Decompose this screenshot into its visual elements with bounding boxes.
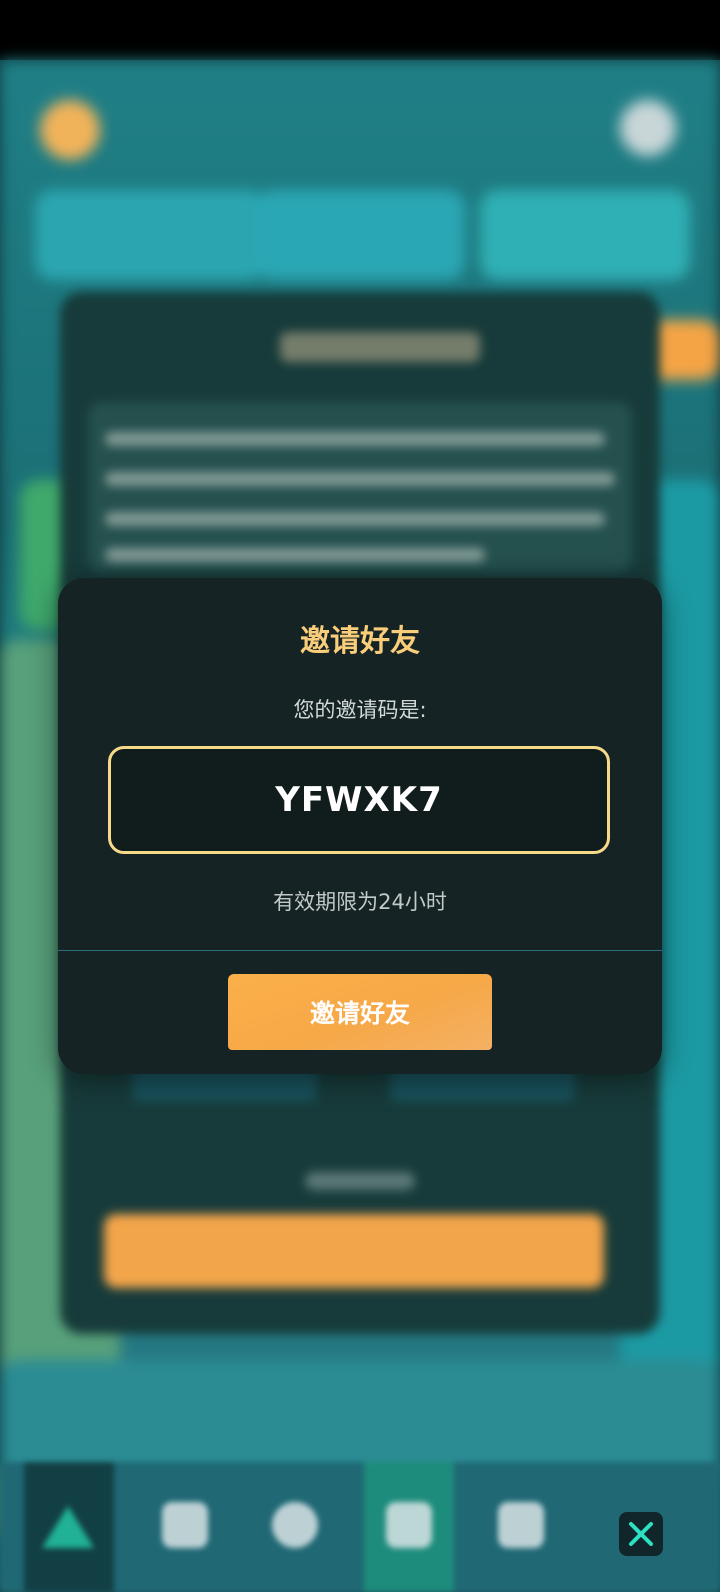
triangle-home-icon — [42, 1506, 94, 1548]
modal-divider — [58, 950, 662, 951]
nav-item-gems — [476, 1462, 566, 1592]
compass-icon — [272, 1502, 318, 1548]
bag-icon — [162, 1502, 208, 1548]
panel-text-line — [105, 512, 605, 526]
nav-item-bag — [140, 1462, 230, 1592]
nav-item-map — [250, 1462, 340, 1592]
diamond-icon — [386, 1502, 432, 1548]
invite-friend-button[interactable]: 邀请好友 — [228, 974, 492, 1050]
settings-gear-icon — [620, 100, 676, 156]
bottom-navigation — [0, 1462, 720, 1592]
hud-card — [35, 190, 265, 280]
panel-text-line — [105, 548, 485, 562]
hud-card — [255, 190, 465, 280]
validity-note: 有效期限为24小时 — [273, 890, 447, 914]
nav-item-home — [24, 1462, 114, 1592]
panel-description-box — [88, 402, 632, 572]
invite-code-label: 您的邀请码是: — [293, 698, 427, 722]
panel-text-line — [105, 472, 615, 486]
invite-code-box[interactable]: YFWXK7 — [108, 746, 610, 854]
panel-footer-text — [305, 1172, 415, 1190]
invite-friend-modal: 邀请好友 您的邀请码是: YFWXK7 有效期限为24小时 邀请好友 — [58, 578, 662, 1074]
modal-title: 邀请好友 — [300, 624, 420, 659]
panel-invite-button — [104, 1214, 604, 1288]
close-button[interactable] — [619, 1512, 663, 1556]
gem-icon — [498, 1502, 544, 1548]
hud-avatar — [40, 100, 100, 160]
close-icon — [629, 1522, 653, 1546]
hud-card — [480, 190, 690, 280]
panel-text-line — [105, 432, 605, 446]
status-bar — [0, 0, 720, 60]
panel-title-placeholder — [280, 332, 480, 362]
nav-item-shop — [364, 1462, 454, 1592]
